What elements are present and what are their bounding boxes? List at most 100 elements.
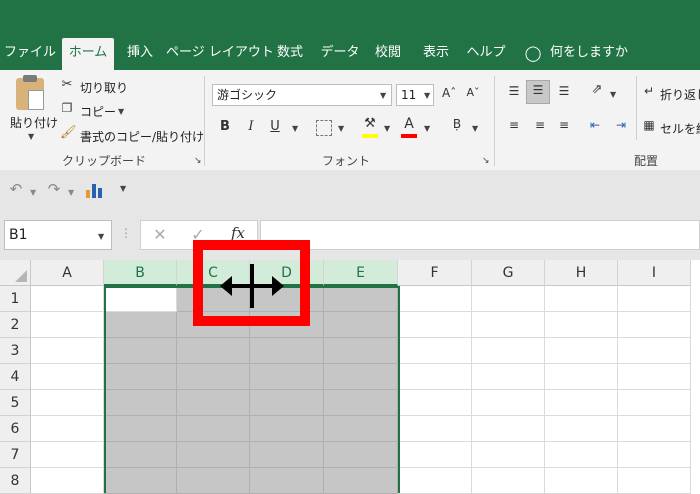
paste-button[interactable]: 貼り付け [10,114,58,131]
cell-d8[interactable] [250,468,324,494]
copy-button[interactable]: コピー [80,103,116,120]
cell-h8[interactable] [545,468,618,494]
cell-b8[interactable] [104,468,177,494]
cell-a5[interactable] [31,390,104,416]
cell-i7[interactable] [618,442,691,468]
tab-review[interactable]: 校閲 [368,38,408,70]
cell-g2[interactable] [472,312,545,338]
decrease-font-icon[interactable]: Aˇ [466,86,480,99]
align-middle-button[interactable]: ☰ [526,80,550,104]
scissors-icon[interactable]: ✂ [60,77,74,92]
cell-e6[interactable] [324,416,398,442]
phonetic-dropdown-icon[interactable]: ▼ [472,124,478,133]
column-header-i[interactable]: I [618,260,691,286]
lightbulb-icon[interactable]: ◯ [522,38,544,70]
cell-d3[interactable] [250,338,324,364]
cell-f3[interactable] [398,338,472,364]
cell-d4[interactable] [250,364,324,390]
align-top-icon[interactable]: ☰ [506,84,522,98]
cell-i5[interactable] [618,390,691,416]
undo-dropdown-icon[interactable]: ▼ [30,188,36,197]
cell-b6[interactable] [104,416,177,442]
tab-file[interactable]: ファイル [4,38,56,70]
phonetic-icon[interactable]: Ḅ [450,117,464,131]
cell-h7[interactable] [545,442,618,468]
font-color-button[interactable]: A [402,116,416,132]
cell-d5[interactable] [250,390,324,416]
row-header-7[interactable]: 7 [0,442,31,468]
cell-c4[interactable] [177,364,250,390]
cell-f5[interactable] [398,390,472,416]
redo-icon[interactable]: ↷ [46,180,62,198]
cell-g3[interactable] [472,338,545,364]
column-header-f[interactable]: F [398,260,472,286]
cell-e4[interactable] [324,364,398,390]
cell-g6[interactable] [472,416,545,442]
cell-c7[interactable] [177,442,250,468]
cell-f6[interactable] [398,416,472,442]
underline-dropdown-icon[interactable]: ▼ [292,124,298,133]
cell-i6[interactable] [618,416,691,442]
cell-i3[interactable] [618,338,691,364]
orientation-icon[interactable]: ⇗ [588,82,606,97]
font-launcher-icon[interactable]: ↘ [482,156,490,166]
cancel-icon[interactable]: ✕ [152,225,168,244]
cell-f7[interactable] [398,442,472,468]
bold-button[interactable]: B [218,119,232,134]
cell-e8[interactable] [324,468,398,494]
cell-d7[interactable] [250,442,324,468]
column-header-e[interactable]: E [324,260,398,286]
cell-f8[interactable] [398,468,472,494]
cell-e2[interactable] [324,312,398,338]
undo-icon[interactable]: ↶ [8,180,24,198]
cell-i8[interactable] [618,468,691,494]
cell-i1[interactable] [618,286,691,312]
cell-b2[interactable] [104,312,177,338]
font-size-dropdown-icon[interactable]: ▼ [424,91,430,100]
format-painter-icon[interactable]: 🖌 [60,125,77,140]
cell-g4[interactable] [472,364,545,390]
tab-data[interactable]: データ [318,38,362,70]
cell-b1[interactable] [104,286,177,312]
copy-dropdown-icon[interactable]: ▼ [118,107,124,116]
row-header-4[interactable]: 4 [0,364,31,390]
cell-h5[interactable] [545,390,618,416]
column-header-g[interactable]: G [472,260,545,286]
align-bottom-icon[interactable]: ☰ [556,84,572,98]
customize-qat-icon[interactable]: ▼ [120,184,126,193]
tab-help[interactable]: ヘルプ [462,38,510,70]
cell-e1[interactable] [324,286,398,312]
tab-formulas[interactable]: 数式 [270,38,310,70]
italic-button[interactable]: I [244,119,258,134]
row-header-1[interactable]: 1 [0,286,31,312]
copy-icon[interactable]: ❐ [60,101,74,115]
cell-h3[interactable] [545,338,618,364]
cell-b3[interactable] [104,338,177,364]
decrease-indent-icon[interactable]: ⇤ [586,118,604,132]
merge-center-button[interactable]: セルを結 [660,120,700,137]
font-color-dropdown-icon[interactable]: ▼ [424,124,430,133]
wrap-text-icon[interactable]: ↵ [642,84,656,98]
redo-dropdown-icon[interactable]: ▼ [68,188,74,197]
fill-color-dropdown-icon[interactable]: ▼ [384,124,390,133]
cell-h6[interactable] [545,416,618,442]
cell-e3[interactable] [324,338,398,364]
cell-a4[interactable] [31,364,104,390]
cell-e7[interactable] [324,442,398,468]
fill-color-icon[interactable]: ⚒ [362,116,378,131]
cell-a8[interactable] [31,468,104,494]
cell-g1[interactable] [472,286,545,312]
font-name-dropdown-icon[interactable]: ▼ [380,91,386,100]
formula-input[interactable] [260,220,700,250]
cell-e5[interactable] [324,390,398,416]
row-header-2[interactable]: 2 [0,312,31,338]
cell-g5[interactable] [472,390,545,416]
name-box[interactable]: B1 [4,220,112,250]
cell-f4[interactable] [398,364,472,390]
cell-f1[interactable] [398,286,472,312]
tab-view[interactable]: 表示 [416,38,456,70]
cell-a2[interactable] [31,312,104,338]
orientation-dropdown-icon[interactable]: ▼ [610,90,616,99]
row-header-5[interactable]: 5 [0,390,31,416]
clipboard-launcher-icon[interactable]: ↘ [194,156,202,166]
